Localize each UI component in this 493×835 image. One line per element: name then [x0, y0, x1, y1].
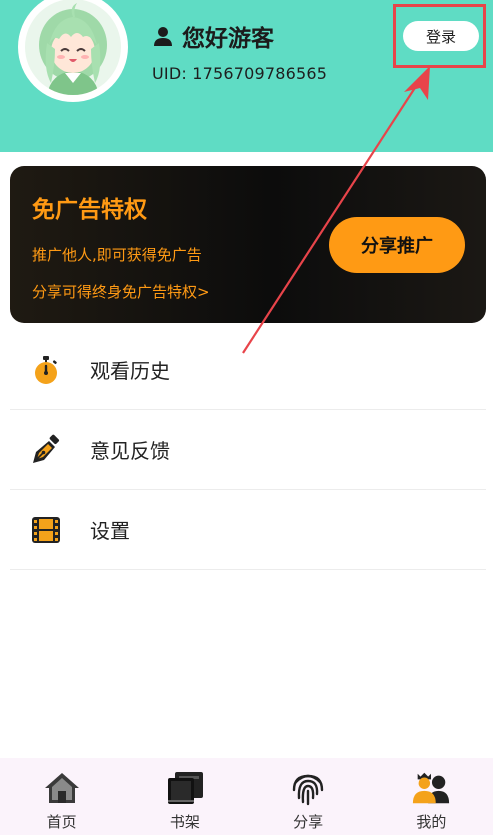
film-icon	[30, 514, 62, 546]
anime-girl-avatar-icon	[39, 3, 107, 95]
menu-item-feedback[interactable]: 意见反馈	[10, 410, 486, 490]
pen-nib-icon	[30, 434, 62, 466]
nav-label: 分享	[293, 813, 324, 831]
fingerprint-icon	[288, 768, 328, 808]
menu-item-label: 观看历史	[90, 359, 170, 383]
ad-free-description: 推广他人,即可获得免广告	[32, 246, 202, 264]
nav-label: 我的	[416, 813, 447, 831]
nav-tab-bookshelf[interactable]: 书架	[123, 758, 246, 835]
bookshelf-icon	[165, 768, 205, 808]
login-highlight-annotation	[393, 4, 486, 68]
settings-menu: 观看历史 意见反馈 设置	[10, 330, 486, 570]
stopwatch-icon	[30, 354, 62, 386]
menu-item-watch-history[interactable]: 观看历史	[10, 330, 486, 410]
nav-tab-home[interactable]: 首页	[0, 758, 123, 835]
nav-label: 首页	[46, 813, 77, 831]
ad-free-lifetime-link[interactable]: 分享可得终身免广告特权>	[32, 281, 210, 302]
bottom-navigation: 首页 书架 分享 我的	[0, 758, 493, 835]
nav-label: 书架	[169, 813, 200, 831]
menu-item-settings[interactable]: 设置	[10, 490, 486, 570]
nav-tab-mine[interactable]: 我的	[370, 758, 493, 835]
user-icon	[152, 25, 174, 47]
ad-free-title: 免广告特权	[32, 197, 147, 223]
user-id-text: UID: 1756709786565	[152, 64, 328, 83]
menu-item-label: 设置	[90, 519, 130, 543]
avatar	[25, 0, 121, 95]
menu-item-label: 意见反馈	[90, 439, 170, 463]
nav-tab-share[interactable]: 分享	[247, 758, 370, 835]
home-icon	[42, 768, 82, 808]
profile-icon	[411, 768, 451, 808]
ad-free-privilege-card: 免广告特权 推广他人,即可获得免广告 分享可得终身免广告特权> 分享推广	[10, 166, 486, 323]
guest-greeting: 您好游客	[182, 26, 274, 52]
avatar-frame[interactable]	[18, 0, 128, 102]
share-promote-button[interactable]: 分享推广	[329, 217, 465, 273]
greeting-row: 您好游客	[152, 20, 274, 52]
